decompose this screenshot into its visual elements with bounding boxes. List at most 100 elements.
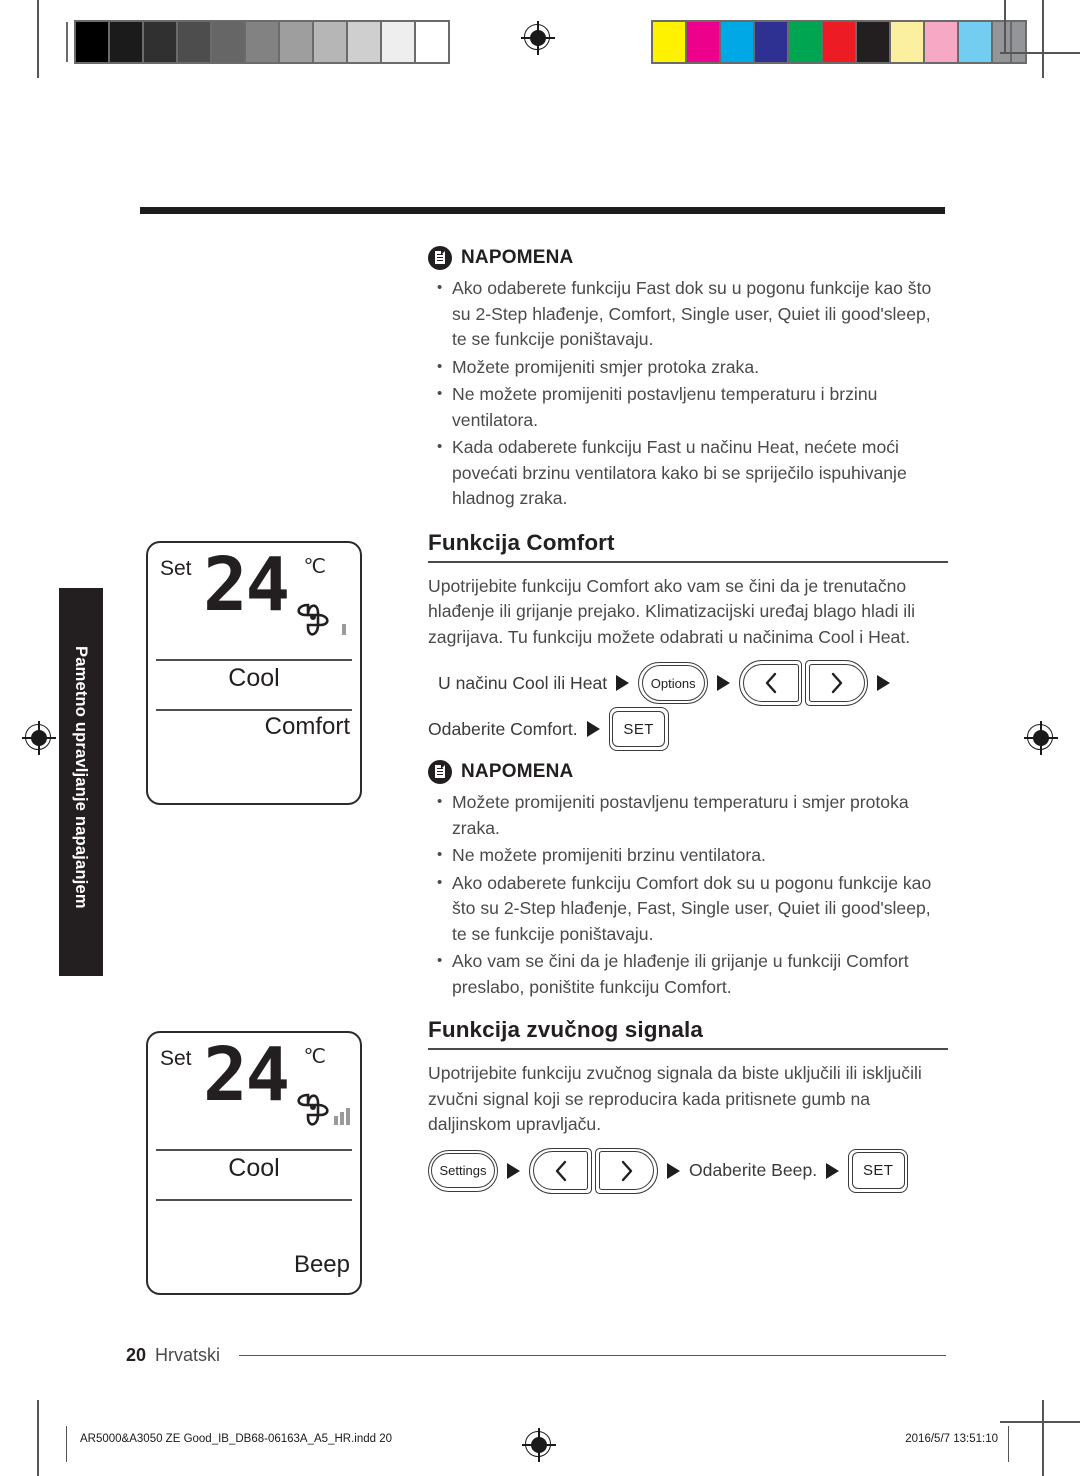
step-sequence-beep: Settings Odaberite Beep. SET: [428, 1147, 948, 1194]
list-item: Možete promijeniti postavljenu temperatu…: [428, 789, 948, 841]
crop-mark-bottom-right-h: [1000, 1421, 1080, 1423]
set-button[interactable]: SET: [848, 1148, 909, 1193]
navigation-arrow-pair: [529, 1147, 658, 1194]
grayscale-swatch-strip: [74, 20, 450, 64]
lcd-divider-2: [156, 1199, 352, 1201]
registration-target-icon-top: [521, 21, 555, 55]
lcd-temperature: 24: [203, 542, 290, 628]
lcd-divider-1: [156, 1149, 352, 1151]
set-button[interactable]: SET: [608, 707, 669, 751]
print-footer-tick-right: [1008, 1426, 1010, 1462]
fan-pinwheel-icon: [288, 595, 346, 639]
section-heading-beep: Funkcija zvučnog signala: [428, 1017, 703, 1042]
registration-target-icon-bottom: [522, 1428, 556, 1462]
step-row-1: U načinu Cool ili Heat Options: [428, 660, 948, 706]
crop-mark-right-v: [1042, 0, 1044, 78]
options-button-label: Options: [650, 675, 696, 691]
settings-button[interactable]: Settings: [428, 1149, 498, 1192]
chevron-left-icon: [554, 1160, 568, 1182]
chevron-right-icon: [620, 1160, 634, 1182]
next-button[interactable]: [595, 1147, 658, 1194]
note-header-top: NAPOMENA: [428, 246, 948, 270]
list-item: Ako odaberete funkciju Fast dok su u pog…: [428, 275, 948, 353]
list-item: Ako vam se čini da je hlađenje ili grija…: [428, 948, 948, 1000]
print-calibration-bar: [0, 0, 1080, 78]
step-text: Odaberite Beep.: [689, 1160, 818, 1180]
swatch-5: [246, 22, 278, 62]
page-footer: 20 Hrvatski: [126, 1345, 946, 1366]
note-title: NAPOMENA: [461, 761, 574, 782]
lcd-set-label: Set: [160, 557, 192, 580]
swatch-0: [76, 22, 108, 62]
print-footer-tick-left: [66, 1426, 68, 1462]
swatch-6: [280, 22, 312, 62]
main-content-column: NAPOMENA Ako odaberete funkciju Fast dok…: [428, 246, 948, 1194]
remote-display-comfort: Set 24 ℃ Cool Comfort: [146, 541, 362, 805]
section-body-comfort: Upotrijebite funkciju Comfort ako vam se…: [428, 575, 916, 647]
fan-speed-bars-comfort: [342, 621, 346, 635]
lcd-mode-label: Cool: [228, 1154, 280, 1182]
list-item: Ako odaberete funkciju Comfort dok su u …: [428, 870, 948, 948]
arrow-separator-icon: [616, 675, 630, 691]
arrow-separator-icon: [667, 1162, 680, 1179]
next-button[interactable]: [805, 660, 869, 706]
arrow-separator-icon: [826, 1162, 840, 1179]
swatch-7: [314, 22, 346, 62]
swatch-4: [212, 22, 244, 62]
registration-target-icon-right: [1024, 721, 1058, 755]
strip-tick-right: [1010, 22, 1012, 62]
swatch-2: [721, 22, 753, 62]
sidebar-chapter-label: Pametno upravljanje napajanjem: [72, 646, 90, 909]
prev-button[interactable]: [529, 1147, 592, 1194]
swatch-1: [687, 22, 719, 62]
page-language: Hrvatski: [155, 1345, 221, 1365]
sidebar-chapter-tab: Pametno upravljanje napajanjem: [59, 588, 103, 976]
lcd-mode-label: Cool: [228, 664, 280, 692]
print-file-name: AR5000&A3050 ZE Good_IB_DB68-06163A_A5_H…: [80, 1433, 392, 1445]
chapter-rule: [140, 207, 945, 214]
swatch-9: [382, 22, 414, 62]
print-timestamp: 2016/5/7 13:51:10: [905, 1433, 998, 1445]
note-list-top: Ako odaberete funkciju Fast dok su u pog…: [428, 275, 948, 512]
print-footer: AR5000&A3050 ZE Good_IB_DB68-06163A_A5_H…: [0, 1424, 1080, 1464]
swatch-4: [789, 22, 821, 62]
fan-speed-bars-beep: [334, 1107, 350, 1125]
footer-rule: [239, 1354, 946, 1357]
note-document-icon: [428, 760, 452, 784]
crop-mark-top-right-h: [1000, 52, 1080, 54]
swatch-8: [348, 22, 380, 62]
arrow-separator-icon: [586, 721, 600, 737]
lcd-function-tag: Comfort: [264, 713, 350, 740]
list-item: Ne možete promijeniti postavljenu temper…: [428, 381, 948, 433]
swatch-9: [959, 22, 991, 62]
section-body-beep: Upotrijebite funkciju zvučnog signala da…: [428, 1063, 922, 1134]
step-sequence-comfort: U načinu Cool ili Heat Options Odaberite…: [428, 660, 948, 752]
lcd-set-label: Set: [160, 1047, 192, 1070]
lcd-function-tag: Beep: [293, 1251, 350, 1278]
swatch-0: [653, 22, 685, 62]
arrow-separator-icon: [507, 1162, 520, 1179]
navigation-arrow-pair: [739, 660, 869, 706]
swatch-10: [993, 22, 1025, 62]
swatch-10: [416, 22, 448, 62]
note-header-mid: NAPOMENA: [428, 760, 948, 784]
step-text: Odaberite Comfort.: [428, 718, 578, 739]
manual-page: Pametno upravljanje napajanjem Set 24 ℃ …: [0, 0, 1080, 1476]
lcd-divider-1: [156, 659, 352, 661]
color-swatch-strip: [651, 20, 1027, 64]
swatch-5: [823, 22, 855, 62]
prev-button[interactable]: [739, 660, 803, 706]
swatch-1: [110, 22, 142, 62]
note-list-mid: Možete promijeniti postavljenu temperatu…: [428, 789, 948, 1000]
crop-mark-left-v: [37, 0, 39, 78]
swatch-3: [755, 22, 787, 62]
options-button[interactable]: Options: [638, 662, 709, 704]
chevron-right-icon: [830, 672, 844, 694]
swatch-7: [891, 22, 923, 62]
step-row-2: Odaberite Comfort. SET: [428, 706, 948, 752]
step-text: U načinu Cool ili Heat: [438, 672, 608, 693]
set-button-label: SET: [623, 720, 654, 738]
lcd-temperature: 24: [203, 1032, 290, 1118]
step-row-beep: Settings Odaberite Beep. SET: [428, 1147, 948, 1194]
crop-mark-top-right-inner-v: [1004, 0, 1006, 52]
